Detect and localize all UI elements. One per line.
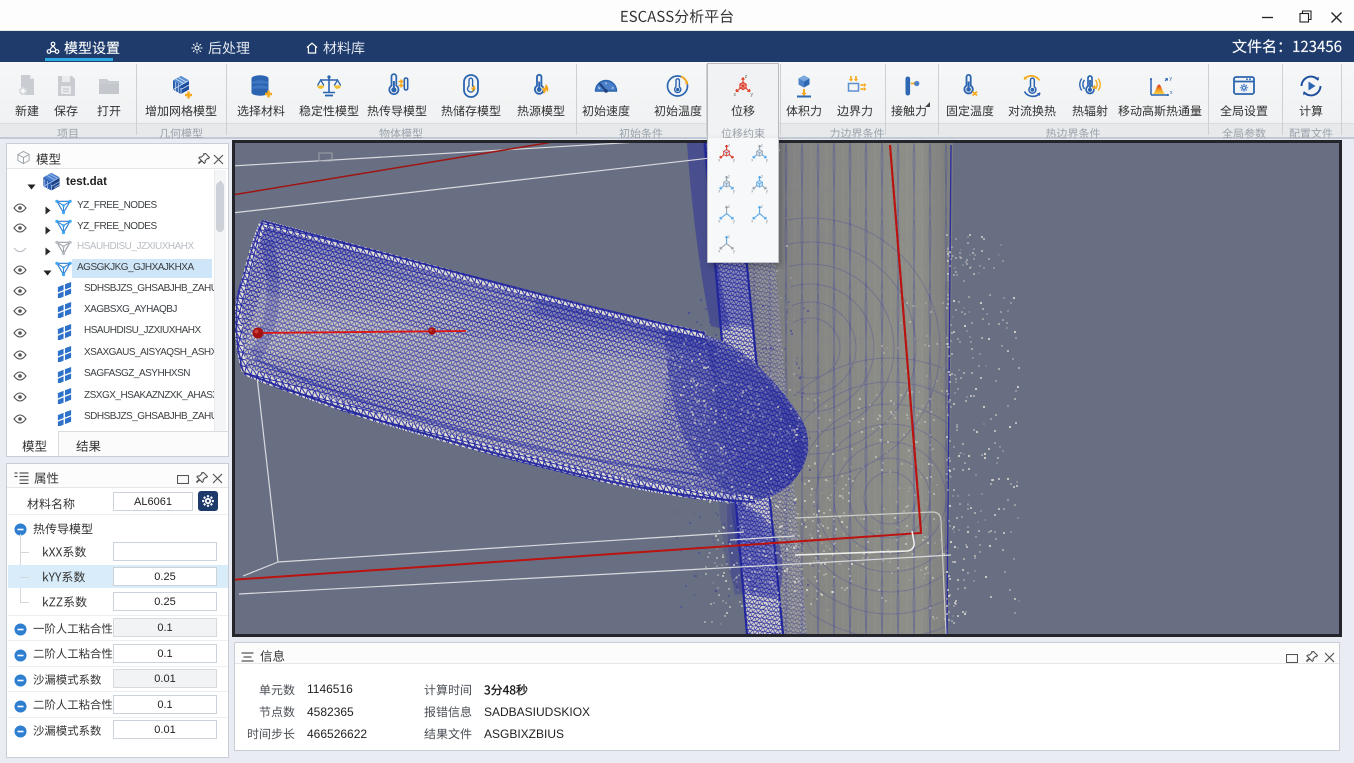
svg-text:z: z bbox=[728, 234, 730, 239]
svg-text:z: z bbox=[761, 174, 763, 179]
svg-text:x: x bbox=[718, 158, 721, 163]
svg-text:y: y bbox=[733, 189, 736, 194]
svg-text:y: y bbox=[733, 158, 736, 163]
svg-text:z: z bbox=[745, 74, 748, 80]
svg-text:x: x bbox=[718, 219, 721, 224]
svg-text:y: y bbox=[751, 92, 754, 98]
svg-text:y: y bbox=[766, 189, 769, 194]
svg-text:x: x bbox=[718, 249, 721, 254]
svg-text:z: z bbox=[761, 143, 763, 148]
svg-text:x: x bbox=[751, 189, 754, 194]
svg-text:x: x bbox=[751, 158, 754, 163]
svg-text:x: x bbox=[718, 189, 721, 194]
svg-text:y: y bbox=[733, 219, 736, 224]
svg-text:y: y bbox=[733, 249, 736, 254]
svg-text:x: x bbox=[1170, 90, 1173, 96]
svg-text:z: z bbox=[761, 204, 763, 209]
svg-text:y: y bbox=[766, 219, 769, 224]
svg-text:z: z bbox=[728, 174, 730, 179]
svg-text:x: x bbox=[751, 219, 754, 224]
svg-text:z: z bbox=[728, 204, 730, 209]
svg-text:y: y bbox=[1170, 76, 1173, 82]
svg-text:z: z bbox=[728, 143, 730, 148]
svg-text:x: x bbox=[734, 92, 737, 98]
svg-text:y: y bbox=[766, 158, 769, 163]
